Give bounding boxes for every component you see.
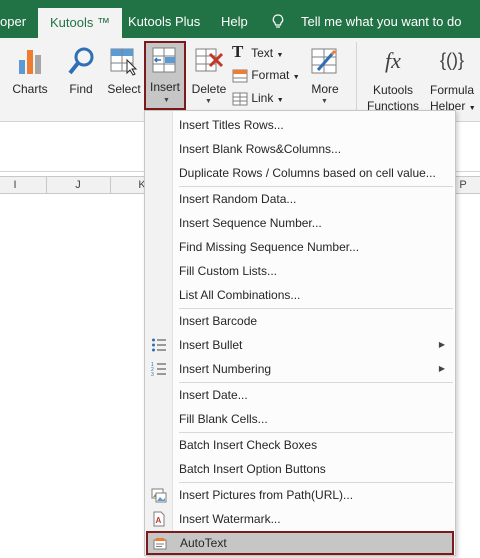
- charts-label: Charts: [12, 82, 48, 96]
- menu-item-batch-insert-check-boxes[interactable]: Batch Insert Check Boxes: [145, 433, 455, 457]
- menu-item-label: Batch Insert Check Boxes: [179, 438, 318, 452]
- menu-item-label: List All Combinations...: [179, 288, 301, 302]
- numbered-list-icon: 1 2 3: [151, 362, 166, 377]
- menu-item-label: AutoText: [180, 536, 227, 550]
- delete-button[interactable]: Delete ▼: [188, 42, 230, 108]
- chevron-down-icon: ▼: [205, 98, 212, 105]
- select-label: Select: [107, 82, 141, 96]
- kutools-functions-label-1: Kutools: [372, 83, 414, 97]
- column-header-i[interactable]: I: [0, 177, 30, 194]
- link-button[interactable]: Link ▼: [232, 88, 284, 108]
- tab-help[interactable]: Help: [221, 0, 248, 38]
- select-button[interactable]: Select: [104, 42, 144, 108]
- more-label: More: [311, 82, 339, 96]
- menu-item-insert-random-data[interactable]: Insert Random Data...: [145, 187, 455, 211]
- submenu-arrow-icon: ▶: [438, 364, 445, 373]
- chevron-down-icon: ▼: [276, 97, 284, 104]
- insert-label: Insert: [149, 80, 180, 94]
- chevron-down-icon: ▼: [163, 97, 170, 104]
- menu-item-insert-bullet[interactable]: Insert Bullet ▶: [145, 333, 455, 357]
- submenu-arrow-icon: ▶: [438, 340, 445, 349]
- kutools-functions-button[interactable]: fx Kutools Functions: [362, 42, 424, 118]
- menu-item-list-all-combinations[interactable]: List All Combinations...: [145, 283, 455, 307]
- menu-item-label: Insert Pictures from Path(URL)...: [179, 488, 354, 502]
- insert-cells-icon: [152, 47, 176, 73]
- bullet-list-icon: [152, 338, 166, 352]
- delete-label: Delete: [191, 82, 227, 96]
- text-t-icon: T: [232, 42, 244, 61]
- menu-item-label: Fill Blank Cells...: [179, 412, 268, 426]
- lightbulb-icon: [272, 14, 284, 28]
- link-icon: [232, 92, 248, 106]
- tab-developer[interactable]: oper: [0, 0, 26, 38]
- format-button[interactable]: Format ▼: [232, 65, 300, 85]
- menu-item-insert-titles-rows[interactable]: Insert Titles Rows...: [145, 113, 455, 137]
- menu-item-label: Insert Numbering: [179, 362, 272, 376]
- chevron-down-icon: ▼: [276, 52, 284, 59]
- menu-item-insert-sequence-number[interactable]: Insert Sequence Number...: [145, 211, 455, 235]
- insert-button[interactable]: Insert ▼: [144, 41, 186, 110]
- menu-item-insert-date[interactable]: Insert Date...: [145, 383, 455, 407]
- menu-item-label: Insert Barcode: [179, 314, 258, 328]
- find-label: Find: [69, 82, 93, 96]
- menu-item-autotext[interactable]: AutoText: [146, 531, 454, 555]
- menu-item-label: Insert Random Data...: [179, 192, 297, 206]
- braces-icon: {()}: [439, 50, 464, 70]
- text-button[interactable]: T Text ▼: [232, 42, 283, 62]
- svg-text:3: 3: [151, 372, 154, 377]
- menu-item-label: Insert Date...: [179, 388, 248, 402]
- insert-picture-icon: [151, 488, 167, 503]
- menu-item-label: Insert Blank Rows&Columns...: [179, 142, 342, 156]
- chevron-down-icon: ▼: [292, 74, 300, 81]
- chevron-down-icon: ▼: [321, 98, 328, 105]
- menu-item-label: Insert Watermark...: [179, 512, 281, 526]
- menu-item-insert-barcode[interactable]: Insert Barcode: [145, 309, 455, 333]
- menu-item-label: Duplicate Rows / Columns based on cell v…: [179, 166, 436, 180]
- menu-item-fill-blank-cells[interactable]: Fill Blank Cells...: [145, 407, 455, 431]
- more-tools-icon: [311, 48, 337, 74]
- format-table-icon: [232, 69, 248, 83]
- formula-helper-label-1: Formula: [429, 83, 474, 97]
- watermark-icon: A: [153, 511, 165, 527]
- tell-me-search[interactable]: Tell me what you want to do: [301, 0, 461, 38]
- tab-kutools[interactable]: Kutools ™: [38, 8, 122, 38]
- menu-item-insert-blank-rows-columns[interactable]: Insert Blank Rows&Columns...: [145, 137, 455, 161]
- chevron-down-icon: ▼: [468, 105, 476, 112]
- menu-item-batch-insert-option-buttons[interactable]: Batch Insert Option Buttons: [145, 457, 455, 481]
- more-button[interactable]: More ▼: [304, 42, 346, 108]
- delete-cells-icon: [195, 48, 224, 72]
- menu-item-label: Insert Titles Rows...: [179, 118, 284, 132]
- menu-item-duplicate-rows-columns[interactable]: Duplicate Rows / Columns based on cell v…: [145, 161, 455, 185]
- menu-item-insert-numbering[interactable]: 1 2 3 Insert Numbering ▶: [145, 357, 455, 381]
- charts-button[interactable]: Charts: [8, 42, 52, 108]
- link-label: Link: [251, 91, 274, 105]
- svg-text:A: A: [156, 516, 162, 525]
- menu-item-label: Fill Custom Lists...: [179, 264, 278, 278]
- find-button[interactable]: Find: [60, 42, 102, 108]
- fx-icon: fx: [385, 48, 401, 73]
- text-label: Text: [251, 46, 274, 60]
- menu-item-find-missing-sequence-number[interactable]: Find Missing Sequence Number...: [145, 235, 455, 259]
- select-cells-icon: [110, 48, 138, 76]
- column-header-j[interactable]: J: [46, 177, 110, 194]
- format-label: Format: [251, 68, 290, 82]
- autotext-icon: [153, 538, 167, 550]
- ribbon-tab-bar: oper Kutools ™ Kutools Plus Help Tell me…: [0, 0, 480, 38]
- menu-item-insert-watermark[interactable]: A Insert Watermark...: [145, 507, 455, 531]
- tab-kutools-plus[interactable]: Kutools Plus: [128, 0, 200, 38]
- formula-helper-button[interactable]: {()} Formula Helper ▼: [424, 42, 480, 118]
- ribbon-group-separator: [356, 42, 357, 118]
- menu-item-label: Batch Insert Option Buttons: [179, 462, 326, 476]
- menu-item-insert-pictures-from-path[interactable]: Insert Pictures from Path(URL)...: [145, 483, 455, 507]
- menu-item-fill-custom-lists[interactable]: Fill Custom Lists...: [145, 259, 455, 283]
- bar-chart-icon: [19, 50, 41, 74]
- menu-item-label: Insert Sequence Number...: [179, 216, 322, 230]
- menu-item-label: Insert Bullet: [179, 338, 243, 352]
- magnifier-icon: [68, 47, 94, 75]
- menu-item-label: Find Missing Sequence Number...: [179, 240, 360, 254]
- insert-dropdown-menu: Insert Titles Rows... Insert Blank Rows&…: [144, 110, 456, 556]
